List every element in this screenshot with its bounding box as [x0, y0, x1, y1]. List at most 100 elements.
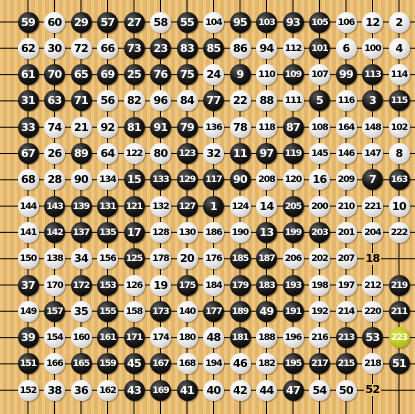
- white-stone[interactable]: 201: [335, 221, 357, 243]
- black-stone[interactable]: 151: [17, 353, 39, 375]
- black-stone[interactable]: 67: [17, 143, 39, 164]
- white-stone[interactable]: 20: [176, 248, 198, 270]
- black-stone[interactable]: 163: [388, 169, 410, 191]
- black-stone[interactable]: 211: [388, 300, 410, 322]
- white-stone[interactable]: 12: [362, 11, 383, 33]
- white-stone[interactable]: 86: [229, 37, 251, 59]
- white-stone[interactable]: 147: [362, 143, 383, 164]
- black-stone[interactable]: 27: [123, 11, 145, 33]
- white-stone[interactable]: 120: [282, 169, 304, 191]
- black-stone[interactable]: 193: [282, 274, 304, 296]
- white-stone[interactable]: 197: [335, 274, 357, 296]
- white-stone[interactable]: 110: [256, 64, 277, 86]
- black-stone[interactable]: 87: [282, 116, 304, 138]
- black-stone[interactable]: 153: [97, 274, 118, 296]
- black-stone[interactable]: 75: [176, 64, 198, 86]
- black-stone[interactable]: 9: [229, 64, 251, 86]
- white-stone[interactable]: 146: [335, 143, 357, 164]
- black-stone[interactable]: 115: [388, 90, 410, 112]
- black-stone[interactable]: 53: [362, 327, 383, 349]
- white-stone[interactable]: 124: [229, 195, 251, 217]
- black-stone[interactable]: 41: [176, 379, 198, 401]
- white-stone[interactable]: 196: [282, 327, 304, 349]
- black-stone[interactable]: 131: [97, 195, 118, 217]
- white-stone[interactable]: 92: [97, 116, 118, 138]
- black-stone[interactable]: 59: [17, 11, 39, 33]
- black-stone[interactable]: 76: [150, 64, 171, 86]
- white-stone[interactable]: 162: [97, 379, 118, 401]
- black-stone[interactable]: 205: [282, 195, 304, 217]
- white-stone[interactable]: 122: [123, 143, 145, 164]
- black-stone[interactable]: 13: [256, 221, 277, 243]
- white-stone[interactable]: 34: [70, 248, 92, 270]
- black-stone[interactable]: 213: [335, 327, 357, 349]
- white-stone[interactable]: 6: [335, 37, 357, 59]
- white-stone[interactable]: 144: [17, 195, 39, 217]
- white-stone[interactable]: 212: [362, 274, 383, 296]
- white-stone[interactable]: 8: [388, 143, 410, 164]
- black-stone[interactable]: 89: [70, 143, 92, 164]
- white-stone[interactable]: 214: [335, 300, 357, 322]
- black-stone[interactable]: 155: [97, 300, 118, 322]
- white-stone[interactable]: 190: [229, 221, 251, 243]
- black-stone[interactable]: 97: [256, 143, 277, 164]
- black-stone[interactable]: 105: [309, 11, 330, 33]
- white-stone[interactable]: 74: [44, 116, 65, 138]
- white-stone[interactable]: 78: [229, 116, 251, 138]
- white-stone[interactable]: 198: [309, 274, 330, 296]
- white-stone[interactable]: 112: [282, 37, 304, 59]
- black-stone[interactable]: 219: [388, 274, 410, 296]
- white-stone[interactable]: 192: [309, 300, 330, 322]
- white-stone[interactable]: 160: [70, 327, 92, 349]
- white-stone[interactable]: 168: [176, 353, 198, 375]
- black-stone[interactable]: 109: [282, 64, 304, 86]
- white-stone[interactable]: 36: [70, 379, 92, 401]
- white-stone[interactable]: 106: [335, 11, 357, 33]
- black-stone[interactable]: 93: [282, 11, 304, 33]
- white-stone[interactable]: 60: [44, 11, 65, 33]
- white-stone[interactable]: 180: [176, 327, 198, 349]
- board-point-label[interactable]: [389, 248, 410, 269]
- white-stone[interactable]: 107: [309, 64, 330, 86]
- white-stone[interactable]: 128: [150, 221, 171, 243]
- white-stone[interactable]: 170: [44, 274, 65, 296]
- white-stone[interactable]: 14: [256, 195, 277, 217]
- white-stone[interactable]: 200: [309, 195, 330, 217]
- white-stone[interactable]: 216: [309, 327, 330, 349]
- white-stone[interactable]: 66: [97, 37, 118, 59]
- white-stone[interactable]: 145: [309, 143, 330, 164]
- white-stone[interactable]: 21: [70, 116, 92, 138]
- white-stone[interactable]: 90: [70, 169, 92, 191]
- white-stone[interactable]: 64: [97, 143, 118, 164]
- black-stone[interactable]: 37: [17, 274, 39, 296]
- white-stone[interactable]: 62: [17, 37, 39, 59]
- black-stone[interactable]: 127: [176, 195, 198, 217]
- board-point-label[interactable]: 52: [362, 380, 383, 401]
- black-stone[interactable]: 123: [176, 143, 198, 164]
- white-stone[interactable]: 150: [17, 248, 39, 270]
- black-stone[interactable]: 81: [123, 116, 145, 138]
- white-stone[interactable]: 42: [229, 379, 251, 401]
- white-stone[interactable]: 68: [17, 169, 39, 191]
- black-stone[interactable]: 161: [97, 327, 118, 349]
- white-stone[interactable]: 130: [176, 221, 198, 243]
- white-stone[interactable]: 30: [44, 37, 65, 59]
- black-stone[interactable]: 113: [362, 64, 383, 86]
- white-stone[interactable]: 44: [256, 379, 277, 401]
- black-stone[interactable]: 15: [123, 169, 145, 191]
- board-point-label[interactable]: [389, 380, 410, 401]
- white-stone[interactable]: 118: [256, 116, 277, 138]
- black-stone[interactable]: 171: [123, 327, 145, 349]
- white-stone[interactable]: 24: [203, 64, 224, 86]
- black-stone[interactable]: 203: [309, 221, 330, 243]
- white-stone[interactable]: 154: [44, 327, 65, 349]
- white-stone[interactable]: 38: [44, 379, 65, 401]
- white-stone[interactable]: 136: [203, 116, 224, 138]
- white-stone[interactable]: 132: [150, 195, 171, 217]
- white-stone[interactable]: 220: [362, 300, 383, 322]
- black-stone[interactable]: 23: [150, 37, 171, 59]
- black-stone[interactable]: 183: [256, 274, 277, 296]
- black-stone[interactable]: 11: [229, 143, 251, 164]
- white-stone[interactable]: 209: [335, 169, 357, 191]
- white-stone[interactable]: 50: [335, 379, 357, 401]
